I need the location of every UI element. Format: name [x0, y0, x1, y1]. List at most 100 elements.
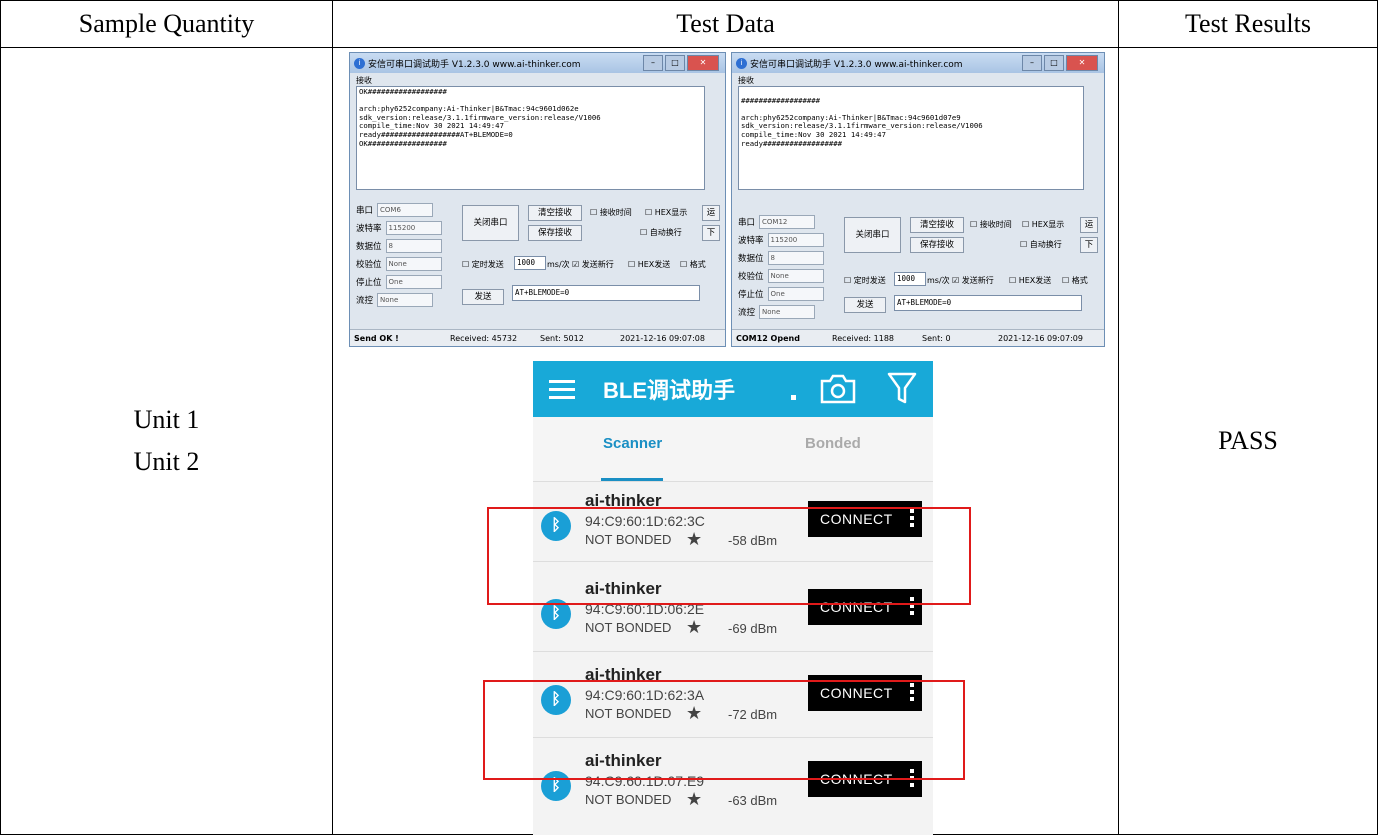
hex-display-label: HEX显示	[654, 208, 688, 217]
flow-select[interactable]: None	[377, 293, 434, 307]
parity-label: 校验位	[738, 272, 764, 282]
stop-bits-select[interactable]: One	[767, 287, 824, 301]
interval-input[interactable]: 1000	[514, 256, 546, 270]
down-button[interactable]: 下	[702, 225, 720, 241]
sent-count: Sent: 5012	[540, 333, 584, 343]
test-report-table: Sample Quantity Test Data Test Results U…	[0, 0, 1378, 835]
hex-send-checkbox[interactable]: ☐ HEX发送	[628, 259, 670, 270]
close-port-button[interactable]: 关闭串口	[462, 205, 519, 241]
app-logo-icon: i	[736, 57, 747, 69]
data-bits-select[interactable]: 8	[385, 239, 442, 253]
stop-bits-label: 停止位	[738, 290, 764, 300]
format-checkbox[interactable]: ☐ 格式	[680, 259, 706, 270]
clear-receive-button[interactable]: 清空接收	[910, 217, 964, 233]
timed-send-checkbox[interactable]: ☐ 定时发送	[844, 275, 886, 286]
parity-select[interactable]: None	[767, 269, 824, 283]
highlight-box-device-4	[483, 680, 965, 780]
port-settings: 串口 COM12 波特率 115200 数据位 8 校验位 None 停止位 One 流控…	[738, 213, 838, 321]
receive-time-label: 接收时间	[599, 208, 632, 217]
status-message: Send OK !	[354, 333, 399, 343]
status-bar: Send OK ! Received: 45732 Sent: 5012 202…	[350, 329, 725, 346]
minimize-icon[interactable]: –	[643, 55, 663, 71]
baud-label: 波特率	[356, 224, 382, 234]
baud-select[interactable]: 115200	[385, 221, 442, 235]
baud-label: 波特率	[738, 236, 764, 246]
window-title: 安信可串口调试助手 V1.2.3.0 www.ai-thinker.com	[750, 59, 963, 70]
status-dot	[791, 395, 796, 400]
status-timestamp: 2021-12-16 09:07:09	[998, 333, 1083, 343]
send-input[interactable]: AT+BLEMODE=0	[512, 285, 700, 301]
receive-textarea[interactable]: ################## arch:phy6252company:A…	[738, 86, 1084, 190]
test-data-cell: i 安信可串口调试助手 V1.2.3.0 www.ai-thinker.com …	[332, 47, 1119, 835]
close-port-button[interactable]: 关闭串口	[844, 217, 901, 253]
down-button[interactable]: 下	[1080, 237, 1098, 253]
status-message: COM12 Opend	[736, 333, 800, 343]
maximize-icon[interactable]: □	[1044, 55, 1064, 71]
filter-icon[interactable]	[887, 371, 917, 407]
format-label: 格式	[689, 260, 706, 269]
unit-1-label: Unit 1	[133, 405, 200, 434]
maximize-icon[interactable]: □	[665, 55, 685, 71]
format-checkbox[interactable]: ☐ 格式	[1062, 275, 1088, 286]
header-test-data: Test Data	[332, 0, 1119, 48]
receive-time-checkbox[interactable]: ☐ 接收时间	[590, 207, 632, 218]
divider	[533, 651, 933, 652]
run-button[interactable]: 运	[702, 205, 720, 221]
tab-bar: Scanner Bonded	[533, 417, 933, 482]
port-select[interactable]: COM12	[759, 215, 816, 229]
camera-icon[interactable]	[819, 373, 857, 405]
tab-bonded[interactable]: Bonded	[805, 435, 861, 452]
format-label: 格式	[1071, 276, 1088, 285]
received-count: Received: 45732	[450, 333, 518, 343]
auto-wrap-checkbox[interactable]: ☐ 自动换行	[640, 227, 682, 238]
parity-select[interactable]: None	[385, 257, 442, 271]
bond-status: NOT BONDED	[585, 792, 672, 807]
flow-label: 流控	[738, 308, 756, 318]
timed-send-checkbox[interactable]: ☐ 定时发送	[462, 259, 504, 270]
timed-send-label: 定时发送	[471, 260, 504, 269]
app-bar: BLE调试助手	[533, 361, 933, 417]
save-receive-button[interactable]: 保存接收	[528, 225, 582, 241]
rssi-value: -63 dBm	[728, 793, 778, 808]
close-icon[interactable]: ✕	[687, 55, 719, 71]
unit-2-label: Unit 2	[133, 447, 200, 476]
hex-send-checkbox[interactable]: ☐ HEX发送	[1009, 275, 1051, 286]
send-newline-checkbox[interactable]: ☑ 发送新行	[572, 259, 614, 270]
app-logo-icon: i	[354, 57, 365, 69]
receive-textarea[interactable]: OK################## arch:phy6252company…	[356, 86, 705, 190]
send-newline-checkbox[interactable]: ☑ 发送新行	[952, 275, 994, 286]
received-count: Received: 1188	[832, 333, 894, 343]
hex-display-checkbox[interactable]: ☐ HEX显示	[1022, 219, 1064, 230]
send-button[interactable]: 发送	[844, 297, 886, 313]
clear-receive-button[interactable]: 清空接收	[528, 205, 582, 221]
stop-bits-select[interactable]: One	[385, 275, 442, 289]
tab-scanner[interactable]: Scanner	[603, 435, 662, 452]
rssi-value: -69 dBm	[728, 621, 778, 636]
sample-units-cell: Unit 1 Unit 2	[0, 47, 333, 835]
minimize-icon[interactable]: –	[1022, 55, 1042, 71]
window-titlebar: i 安信可串口调试助手 V1.2.3.0 www.ai-thinker.com …	[350, 53, 725, 73]
hex-display-checkbox[interactable]: ☐ HEX显示	[645, 207, 687, 218]
send-newline-label: 发送新行	[961, 276, 994, 285]
auto-wrap-checkbox[interactable]: ☐ 自动换行	[1020, 239, 1062, 250]
window-titlebar: i 安信可串口调试助手 V1.2.3.0 www.ai-thinker.com …	[732, 53, 1104, 73]
save-receive-button[interactable]: 保存接收	[910, 237, 964, 253]
star-icon[interactable]: ★	[686, 789, 702, 810]
port-settings: 串口 COM6 波特率 115200 数据位 8 校验位 None 停止位 One 流控 N…	[356, 201, 456, 309]
interval-input[interactable]: 1000	[894, 272, 926, 286]
baud-select[interactable]: 115200	[767, 233, 824, 247]
send-button[interactable]: 发送	[462, 289, 504, 305]
data-bits-label: 数据位	[738, 254, 764, 264]
close-icon[interactable]: ✕	[1066, 55, 1098, 71]
receive-time-checkbox[interactable]: ☐ 接收时间	[970, 219, 1012, 230]
star-icon[interactable]: ★	[686, 617, 702, 638]
receive-time-label: 接收时间	[979, 220, 1012, 229]
interval-unit: ms/次	[547, 260, 570, 269]
send-input[interactable]: AT+BLEMODE=0	[894, 295, 1082, 311]
port-select[interactable]: COM6	[377, 203, 434, 217]
run-button[interactable]: 运	[1080, 217, 1098, 233]
data-bits-select[interactable]: 8	[767, 251, 824, 265]
menu-icon[interactable]	[549, 375, 575, 404]
flow-label: 流控	[356, 296, 374, 306]
flow-select[interactable]: None	[759, 305, 816, 319]
